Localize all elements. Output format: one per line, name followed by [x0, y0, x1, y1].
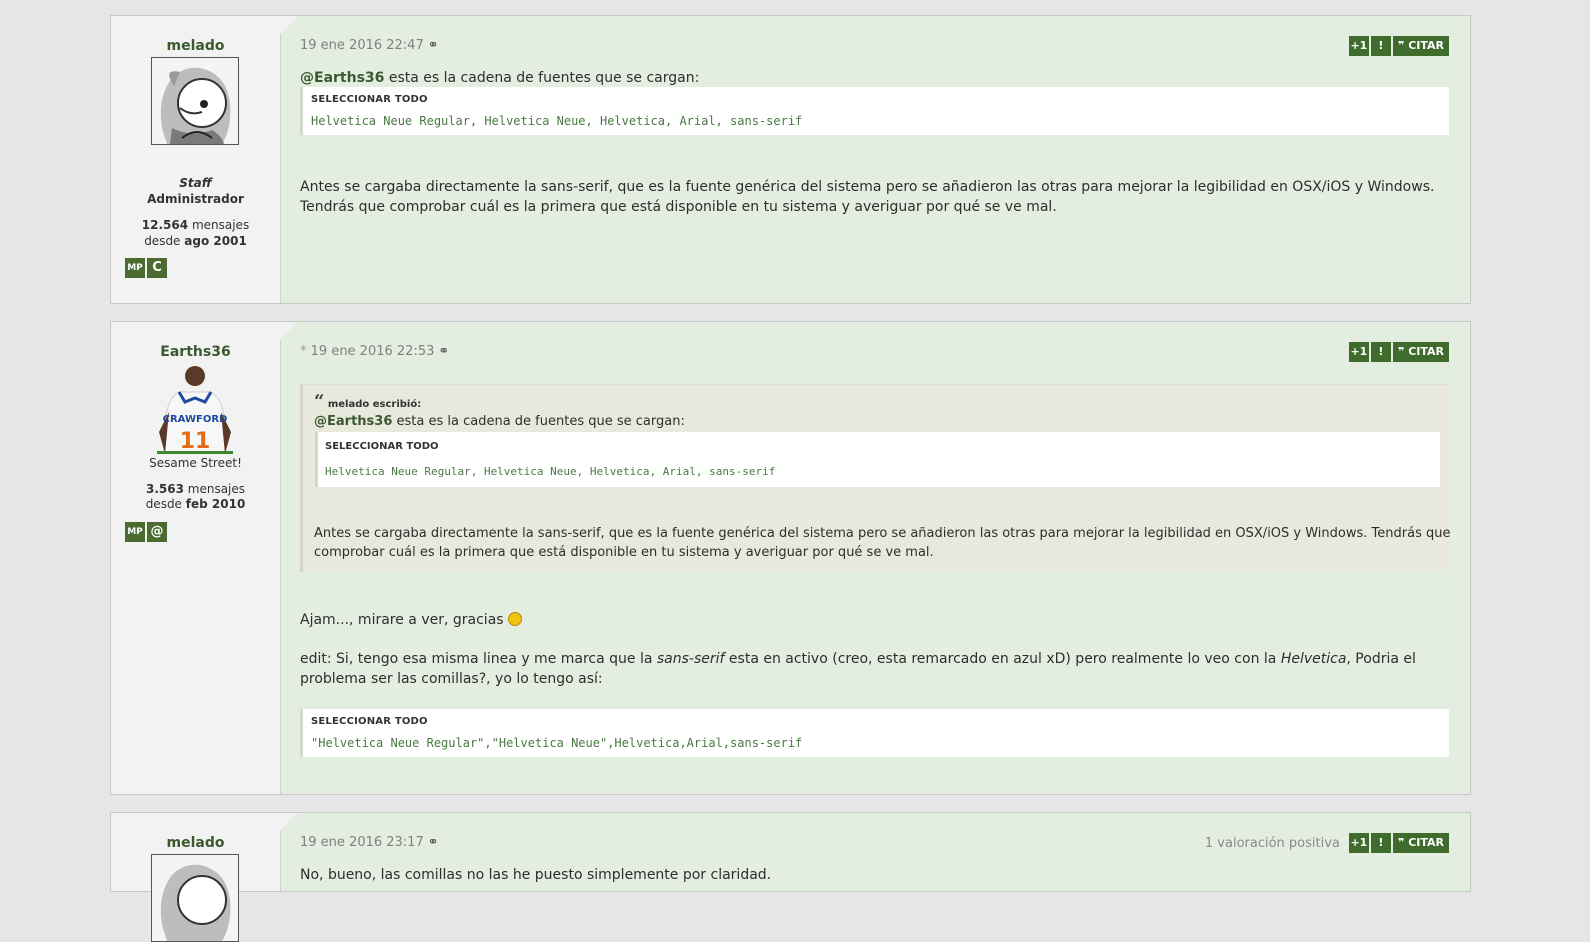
user-mention[interactable]: @Earths36 [314, 414, 392, 429]
code-text: "Helvetica Neue Regular","Helvetica Neue… [311, 736, 803, 750]
post-sidebar: melado [111, 813, 298, 942]
svg-text:CRAWFORD: CRAWFORD [163, 414, 228, 425]
avatar[interactable] [151, 854, 239, 942]
plus-one-button[interactable]: +1 [1348, 342, 1369, 362]
user-badges: MP C [125, 258, 169, 278]
post: Earths36 CRAWFORD 11 Sesame Street! 3.56… [110, 321, 1471, 795]
user-role: Administrador [147, 192, 244, 206]
code-block: SELECCIONAR TODO Helvetica Neue Regular,… [315, 432, 1440, 487]
avatar[interactable] [151, 57, 239, 145]
edited-mark: * [300, 344, 307, 359]
avatar[interactable]: CRAWFORD 11 [151, 362, 239, 454]
user-badges: MP @ [125, 522, 169, 542]
post-body-line: No, bueno, las comillas no las he puesto… [300, 867, 772, 883]
plus-one-button[interactable]: +1 [1348, 36, 1369, 56]
user-since: desde feb 2010 [145, 497, 246, 511]
permalink-icon[interactable]: ⚭ [438, 344, 449, 359]
rating-count[interactable]: 1 valoración positiva [1205, 836, 1340, 851]
quote-body-line: Antes se cargaba directamente la sans-se… [314, 526, 1451, 541]
post-sidebar: Earths36 CRAWFORD 11 Sesame Street! 3.56… [111, 322, 298, 794]
post-actions: 1 valoración positiva +1 ! ❞ CITAR [1205, 833, 1449, 853]
post-content: 19 ene 2016 23:17 ⚭ 1 valoración positiva… [300, 813, 1449, 891]
quote-header: “ melado escribió: [314, 391, 422, 412]
report-button[interactable]: ! [1370, 833, 1391, 853]
code-text: Helvetica Neue Regular, Helvetica Neue, … [325, 465, 776, 478]
select-all-link[interactable]: SELECCIONAR TODO [311, 716, 428, 727]
post: melado 19 ene 2016 23:17 ⚭ 1 valoración p… [110, 812, 1471, 942]
quote-button[interactable]: ❞ CITAR [1392, 833, 1449, 853]
quote-intro: @Earths36 esta es la cadena de fuentes q… [314, 414, 685, 429]
post-content: 19 ene 2016 22:47 ⚭ +1 ! ❞ CITAR @Earths3… [300, 16, 1449, 303]
user-messages: 3.563 mensajes [145, 482, 246, 496]
post-actions: +1 ! ❞ CITAR [1347, 36, 1449, 56]
user-title: Sesame Street! [149, 456, 242, 470]
private-message-button[interactable]: MP [125, 522, 145, 542]
post-author[interactable]: Earths36 [111, 344, 280, 360]
permalink-icon[interactable]: ⚭ [428, 38, 439, 53]
private-message-button[interactable]: MP [125, 258, 145, 278]
code-block: SELECCIONAR TODO Helvetica Neue Regular,… [300, 87, 1449, 135]
post-author[interactable]: melado [111, 38, 280, 54]
select-all-link[interactable]: SELECCIONAR TODO [325, 441, 439, 452]
user-mention[interactable]: @Earths36 [300, 70, 384, 86]
report-button[interactable]: ! [1370, 342, 1391, 362]
post-body-line: Antes se cargaba directamente la sans-se… [300, 179, 1435, 195]
post-text-intro: @Earths36 esta es la cadena de fuentes q… [300, 70, 700, 86]
post-date: * 19 ene 2016 22:53 ⚭ [300, 344, 450, 359]
code-text: Helvetica Neue Regular, Helvetica Neue, … [311, 114, 803, 128]
post-content: * 19 ene 2016 22:53 ⚭ +1 ! ❞ CITAR “ mela… [300, 322, 1451, 794]
quote-icon: ❞ [1397, 836, 1409, 849]
post-date: 19 ene 2016 22:47 ⚭ [300, 38, 439, 53]
post-edit-line: edit: Si, tengo esa misma linea y me mar… [300, 651, 1416, 667]
permalink-icon[interactable]: ⚭ [428, 835, 439, 850]
post-actions: +1 ! ❞ CITAR [1347, 342, 1449, 362]
quote-body-line: comprobar cuál es la primera que está di… [314, 545, 934, 560]
post: melado Staff Administrador 12.564 mensaj… [110, 15, 1471, 304]
user-messages: 12.564 mensajes [141, 218, 250, 232]
post-author[interactable]: melado [111, 835, 280, 851]
report-button[interactable]: ! [1370, 36, 1391, 56]
select-all-link[interactable]: SELECCIONAR TODO [311, 94, 428, 105]
avatar-underline [157, 451, 233, 454]
post-body-line: Tendrás que comprobar cuál es la primera… [300, 199, 1057, 215]
quote-button[interactable]: ❞ CITAR [1392, 342, 1449, 362]
user-since: desde ago 2001 [144, 234, 247, 248]
post-sidebar: melado Staff Administrador 12.564 mensaj… [111, 16, 298, 303]
quote-mark-icon: “ [314, 391, 325, 412]
blockquote: “ melado escribió: @Earths36 esta es la … [300, 384, 1451, 572]
email-button[interactable]: @ [147, 522, 167, 542]
comments-icon[interactable]: C [147, 258, 167, 278]
smiley-icon [508, 612, 523, 626]
post-edit-line2: problema ser las comillas?, yo lo tengo … [300, 671, 603, 687]
quote-icon: ❞ [1397, 345, 1409, 358]
quote-icon: ❞ [1397, 39, 1409, 52]
plus-one-button[interactable]: +1 [1348, 833, 1369, 853]
post-date: 19 ene 2016 23:17 ⚭ [300, 835, 439, 850]
quote-button[interactable]: ❞ CITAR [1392, 36, 1449, 56]
code-block: SELECCIONAR TODO "Helvetica Neue Regular… [300, 709, 1449, 757]
post-reply-line: Ajam..., mirare a ver, gracias [300, 610, 1449, 630]
user-title: Staff [179, 176, 212, 190]
